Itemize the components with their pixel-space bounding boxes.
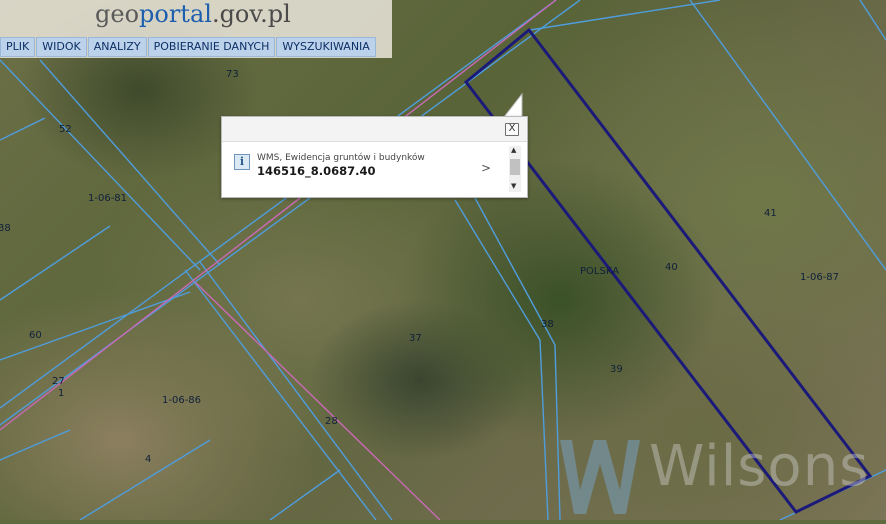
parcel-label: 73 xyxy=(226,69,239,80)
parcel-label: 39 xyxy=(610,364,623,375)
popup-scrollbar[interactable]: ▲ ▼ xyxy=(509,146,521,192)
menu-wyszukiwania[interactable]: WYSZUKIWANIA xyxy=(276,37,376,57)
parcel-line xyxy=(0,0,557,409)
parcel-label: 60 xyxy=(29,330,42,341)
popup-titlebar: X xyxy=(222,117,527,142)
parcel-line xyxy=(539,339,549,520)
parcel-line xyxy=(0,0,581,426)
info-icon: i xyxy=(234,154,250,170)
parcel-label: 52 xyxy=(59,124,72,135)
parcel-line xyxy=(0,291,191,361)
parcel-label: 1-06-86 xyxy=(162,395,202,406)
parcel-label: 28 xyxy=(325,416,338,427)
watermark: Wilsons xyxy=(556,434,886,520)
watermark-text: Wilsons xyxy=(649,434,870,499)
scroll-up-icon[interactable]: ▲ xyxy=(511,146,516,154)
parcel-label: 38 xyxy=(0,223,11,234)
parcel-line xyxy=(454,199,541,341)
parcel-line xyxy=(0,59,201,271)
parcel-label: 37 xyxy=(409,333,422,344)
country-label: POLSKA xyxy=(580,266,620,277)
parcel-line xyxy=(39,59,221,266)
parcel-label: 40 xyxy=(665,262,678,273)
parcel-line xyxy=(269,469,341,520)
scroll-down-icon[interactable]: ▼ xyxy=(511,182,516,190)
main-menu: PLIK WIDOK ANALIZY POBIERANIE DANYCH WYSZUKI… xyxy=(0,37,377,57)
parcel-label: 4 xyxy=(145,454,152,465)
parcel-label: 38 xyxy=(541,319,554,330)
parcel-line xyxy=(184,269,377,520)
popup-pointer xyxy=(502,92,523,118)
parcel-label: 1 xyxy=(58,388,65,399)
app-header: geoportal.gov.pl PLIK WIDOK ANALIZY POBIERA… xyxy=(0,0,392,58)
parcel-label: 1-06-87 xyxy=(800,272,840,283)
menu-analizy[interactable]: ANALIZY xyxy=(87,37,147,57)
parcel-line xyxy=(0,225,111,301)
parcel-label: 27 xyxy=(52,376,65,387)
parcel-line xyxy=(199,261,393,520)
popup-layer-name: WMS, Ewidencja gruntów i budynków xyxy=(257,153,425,163)
menu-widok[interactable]: WIDOK xyxy=(36,37,87,57)
feature-info-popup: X i WMS, Ewidencja gruntów i budynków 14… xyxy=(221,116,528,198)
parcel-line xyxy=(689,0,886,271)
boundary-line xyxy=(194,281,441,520)
boundary-line xyxy=(0,0,557,431)
parcel-line xyxy=(0,117,46,141)
parcel-label: 41 xyxy=(764,208,777,219)
parcel-line xyxy=(0,429,71,461)
scrollbar-thumb[interactable] xyxy=(510,159,520,175)
parcel-line xyxy=(859,0,886,41)
close-icon[interactable]: X xyxy=(505,123,519,136)
parcel-line xyxy=(79,439,211,520)
menu-plik[interactable]: PLIK xyxy=(0,37,36,57)
parcel-label: 1-06-81 xyxy=(88,193,128,204)
parcel-identifier[interactable]: 146516_8.0687.40 xyxy=(257,164,376,178)
chevron-right-icon[interactable]: > xyxy=(481,161,491,175)
menu-pobieranie-danych[interactable]: POBIERANIE DANYCH xyxy=(147,37,276,57)
watermark-logo-icon xyxy=(560,440,640,514)
geoportal-logo[interactable]: geoportal.gov.pl xyxy=(95,0,291,28)
